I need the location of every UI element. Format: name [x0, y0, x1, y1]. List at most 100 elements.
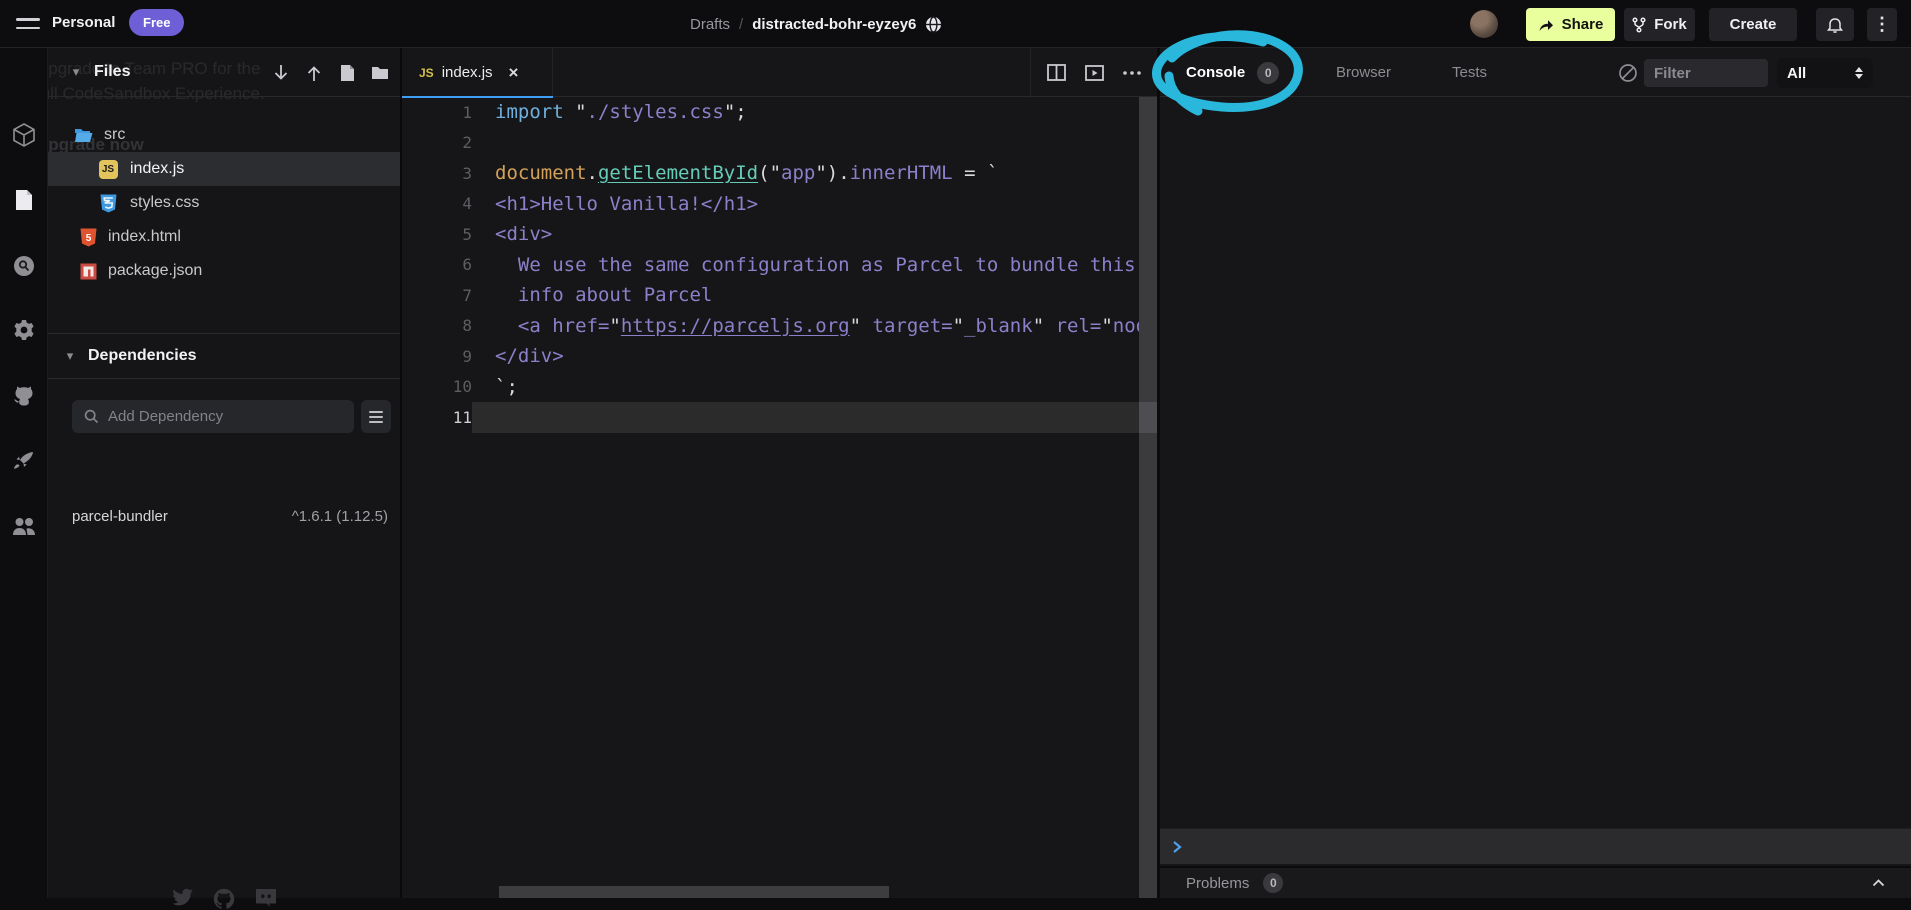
- line-number: 10: [402, 377, 472, 396]
- dependencies-header: ▾ Dependencies: [48, 333, 400, 379]
- line-number: 3: [402, 164, 472, 183]
- avatar[interactable]: [1470, 10, 1498, 38]
- open-preview-icon[interactable]: [1084, 63, 1104, 83]
- line-number: 7: [402, 286, 472, 305]
- prompt-chevron-icon: [1172, 840, 1184, 854]
- js-file-icon: JS: [98, 159, 118, 179]
- log-level-select[interactable]: All: [1777, 58, 1873, 88]
- file-label: index.js: [130, 160, 184, 178]
- share-icon: [1538, 18, 1554, 32]
- live-users-icon[interactable]: [0, 515, 48, 539]
- tree-row-src[interactable]: src: [48, 118, 400, 152]
- console-filter-input[interactable]: [1654, 65, 1758, 82]
- files-panel: Upgrade to Team PRO for the full CodeSan…: [48, 48, 402, 898]
- editor-actions: [1030, 48, 1157, 97]
- dependency-list-menu-button[interactable]: [361, 400, 391, 433]
- sandbox-info-icon[interactable]: [0, 123, 48, 147]
- editor-tab-bar: JS index.js ×: [402, 48, 1157, 97]
- upload-files-icon[interactable]: [304, 63, 324, 83]
- github-icon[interactable]: [0, 384, 48, 408]
- more-options-button[interactable]: ⋮: [1867, 8, 1897, 41]
- file-label: index.html: [108, 228, 181, 246]
- npm-file-icon: [78, 261, 98, 281]
- css-file-icon: [98, 193, 118, 213]
- tree-row-index-html[interactable]: 5 index.html: [48, 220, 400, 254]
- html-file-icon: 5: [78, 227, 98, 247]
- editor-vertical-scrollbar[interactable]: [1139, 97, 1157, 898]
- dependency-item[interactable]: parcel-bundler ^1.6.1 (1.12.5): [48, 500, 400, 532]
- console-filter[interactable]: [1644, 59, 1768, 87]
- editor-more-icon[interactable]: [1122, 63, 1142, 83]
- top-bar: Personal Free Drafts / distracted-bohr-e…: [0, 0, 1911, 48]
- file-label: src: [104, 126, 125, 144]
- folder-open-icon: [74, 125, 94, 145]
- code-editor[interactable]: 1import "./styles.css";23document.getEle…: [402, 97, 1139, 886]
- tab-console[interactable]: Console 0: [1186, 48, 1279, 97]
- line-number: 5: [402, 225, 472, 244]
- svg-text:5: 5: [85, 233, 91, 244]
- deployment-rocket-icon[interactable]: [0, 449, 48, 473]
- search-icon: [84, 409, 99, 424]
- new-folder-icon[interactable]: [370, 63, 390, 83]
- file-tree: src JS index.js styles.css 5 index.html …: [48, 118, 400, 288]
- settings-gear-icon[interactable]: [0, 318, 48, 342]
- editor-horizontal-scrollbar[interactable]: [499, 886, 889, 898]
- search-icon[interactable]: [0, 254, 48, 278]
- share-button[interactable]: Share: [1526, 8, 1615, 41]
- explorer-icon[interactable]: [0, 188, 48, 212]
- console-input-row[interactable]: [1160, 828, 1911, 864]
- breadcrumb-section[interactable]: Drafts: [690, 16, 730, 33]
- code-line: 2: [402, 128, 1139, 159]
- tab-label: index.js: [442, 64, 493, 81]
- tree-row-index-js[interactable]: JS index.js: [48, 152, 400, 186]
- clear-console-icon[interactable]: [1618, 63, 1638, 83]
- problems-label: Problems: [1186, 875, 1249, 892]
- tree-row-package-json[interactable]: package.json: [48, 254, 400, 288]
- plan-badge: Free: [129, 9, 184, 36]
- tab-tests[interactable]: Tests: [1452, 48, 1487, 97]
- twitter-icon[interactable]: [172, 888, 194, 910]
- create-button[interactable]: Create: [1709, 8, 1797, 41]
- social-links: [48, 888, 400, 910]
- activity-bar: [0, 48, 48, 898]
- code-line: 4<h1>Hello Vanilla!</h1>: [402, 189, 1139, 220]
- globe-icon: [925, 16, 942, 33]
- collapse-caret-icon[interactable]: ▾: [66, 64, 86, 80]
- split-view-icon[interactable]: [1046, 63, 1066, 83]
- tab-close-icon[interactable]: ×: [509, 64, 519, 81]
- new-file-icon[interactable]: [337, 63, 357, 83]
- tab-index-js[interactable]: JS index.js ×: [402, 48, 553, 97]
- sandbox-title[interactable]: distracted-bohr-eyzey6: [752, 16, 916, 33]
- line-number: 4: [402, 194, 472, 213]
- devtools-panel: Console 0 Browser Tests All Problems 0: [1157, 48, 1911, 898]
- select-arrows-icon: [1855, 67, 1863, 79]
- devtools-header: Console 0 Browser Tests All: [1160, 48, 1911, 97]
- scrollbar-active-line-marker: [1139, 402, 1157, 433]
- tree-row-styles-css[interactable]: styles.css: [48, 186, 400, 220]
- add-dependency-input[interactable]: [108, 408, 328, 425]
- tab-browser[interactable]: Browser: [1336, 48, 1391, 97]
- code-line: 6 We use the same configuration as Parce…: [402, 250, 1139, 281]
- line-number: 8: [402, 316, 472, 335]
- dependencies-title: Dependencies: [88, 347, 196, 365]
- menu-icon[interactable]: [16, 18, 40, 30]
- line-number: 2: [402, 133, 472, 152]
- code-line: 8 <a href="https://parceljs.org" target=…: [402, 311, 1139, 342]
- problems-count-badge: 0: [1263, 873, 1283, 893]
- breadcrumb-separator: /: [739, 16, 743, 33]
- notifications-button[interactable]: [1816, 8, 1854, 41]
- collapse-caret-icon[interactable]: ▾: [60, 348, 80, 364]
- collapse-chevron-up-icon[interactable]: [1872, 879, 1885, 887]
- bell-icon: [1827, 16, 1843, 33]
- problems-bar[interactable]: Problems 0: [1160, 866, 1911, 898]
- github-link-icon[interactable]: [213, 888, 235, 910]
- line-number: 6: [402, 255, 472, 274]
- discord-icon[interactable]: [254, 888, 276, 910]
- breadcrumb: Drafts / distracted-bohr-eyzey6: [690, 0, 942, 48]
- code-line: 5<div>: [402, 219, 1139, 250]
- line-number: 9: [402, 347, 472, 366]
- add-dependency-search[interactable]: [72, 400, 354, 433]
- line-number: 1: [402, 103, 472, 122]
- fork-button[interactable]: Fork: [1624, 8, 1695, 41]
- download-sandbox-icon[interactable]: [271, 63, 291, 83]
